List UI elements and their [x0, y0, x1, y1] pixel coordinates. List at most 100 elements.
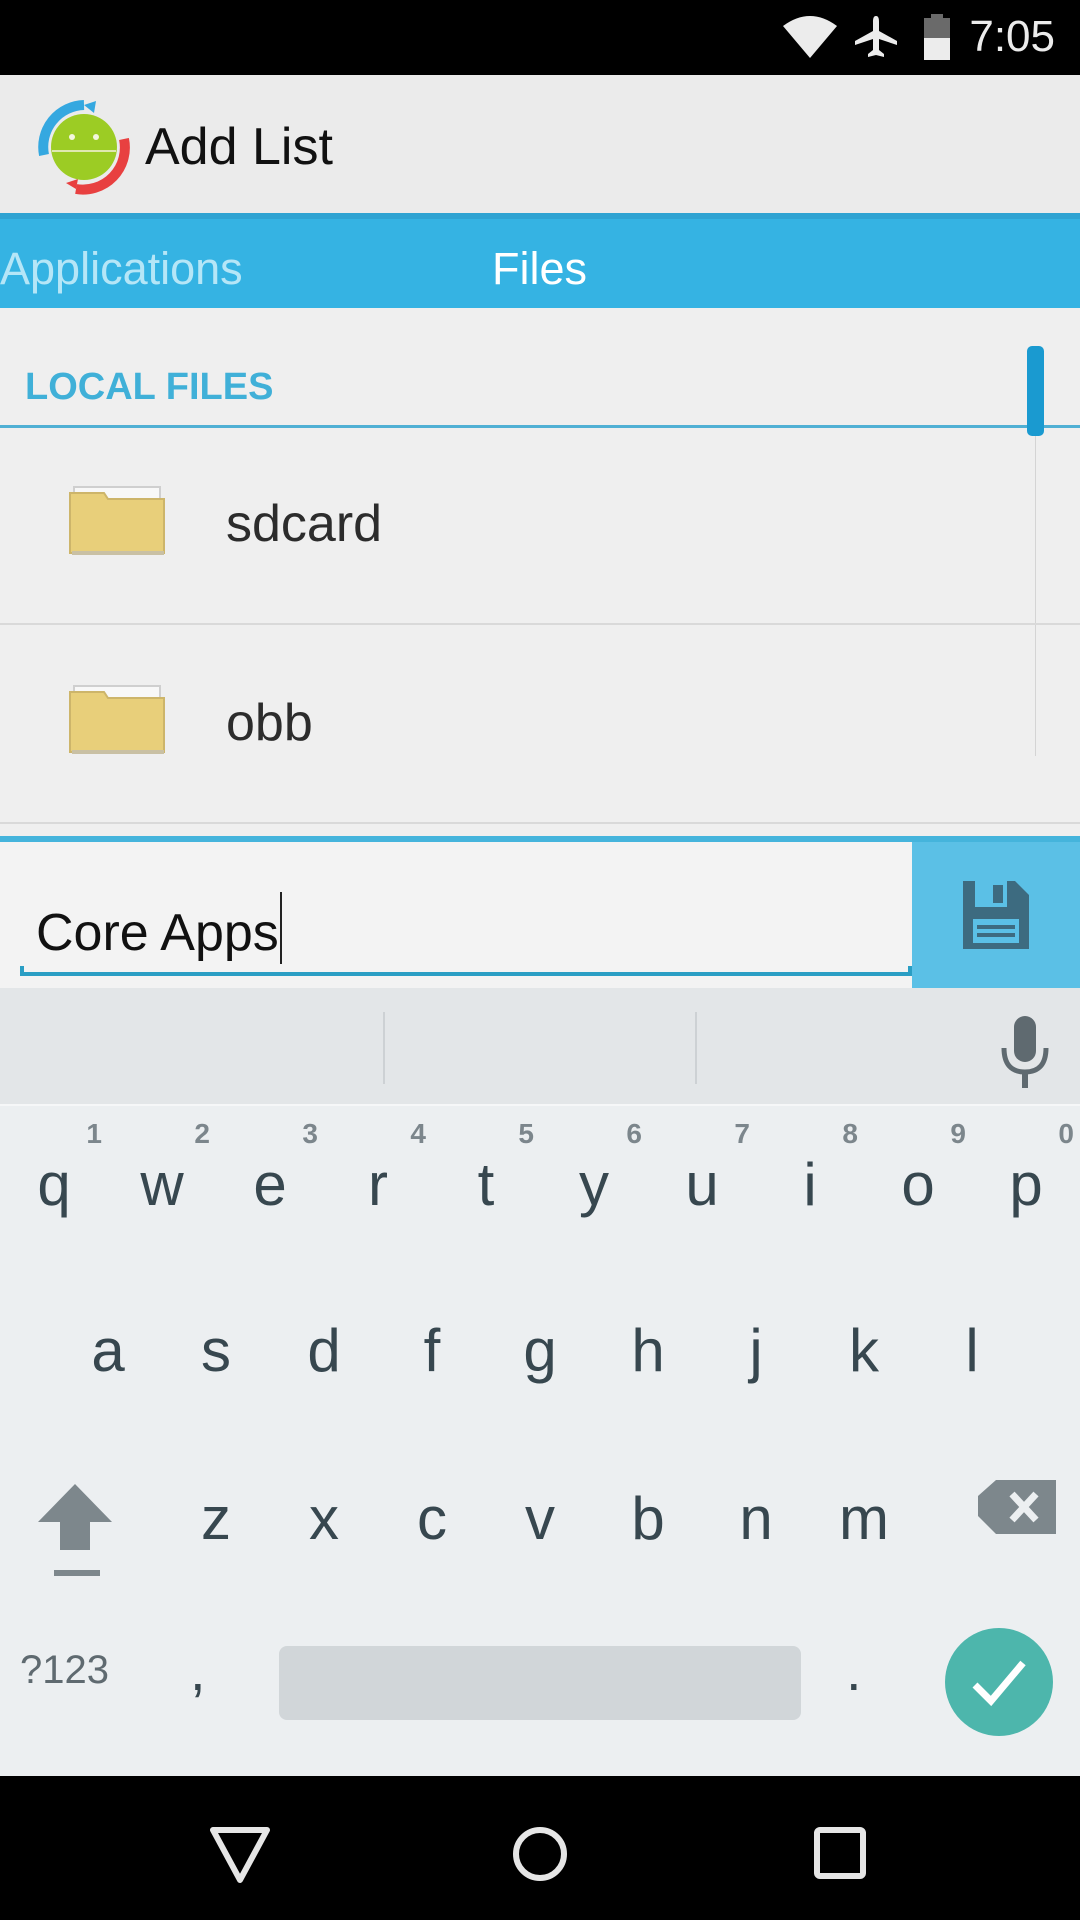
status-bar: 7:05	[0, 0, 1080, 75]
folder-icon	[69, 685, 165, 754]
key-letter: x	[309, 1485, 339, 1552]
key-letter: s	[201, 1317, 231, 1384]
key-letter: v	[525, 1485, 555, 1552]
list-name-input[interactable]: Core Apps	[10, 842, 912, 978]
key-hint: 0	[1058, 1118, 1074, 1149]
key-q[interactable]: 1q	[0, 1108, 108, 1258]
key-letter: q	[37, 1151, 71, 1218]
key-hint: 6	[626, 1118, 642, 1149]
key-e[interactable]: 3e	[216, 1108, 324, 1258]
microphone-icon[interactable]	[990, 1012, 1060, 1092]
symbols-key[interactable]: ?123	[20, 1648, 140, 1708]
key-letter: h	[631, 1317, 665, 1384]
key-letter: o	[901, 1151, 935, 1218]
key-o[interactable]: 9o	[864, 1108, 972, 1258]
key-g[interactable]: g	[486, 1280, 594, 1430]
home-icon[interactable]	[505, 1816, 575, 1886]
airplane-mode-icon	[855, 16, 897, 57]
section-header: LOCAL FILES	[25, 366, 274, 408]
key-letter: p	[1009, 1151, 1043, 1218]
key-y[interactable]: 6y	[540, 1108, 648, 1258]
key-letter: b	[631, 1485, 665, 1552]
tab-applications[interactable]: Applications	[0, 243, 243, 295]
key-r[interactable]: 4r	[324, 1108, 432, 1258]
key-letter: r	[368, 1151, 388, 1218]
key-hint: 9	[950, 1118, 966, 1149]
key-letter: w	[140, 1151, 184, 1218]
key-z[interactable]: z	[162, 1454, 270, 1604]
text-cursor	[279, 892, 282, 964]
key-f[interactable]: f	[378, 1280, 486, 1430]
key-letter: y	[579, 1151, 609, 1218]
key-hint: 4	[410, 1118, 426, 1149]
input-underline	[20, 966, 912, 976]
key-b[interactable]: b	[594, 1454, 702, 1604]
key-hint: 5	[518, 1118, 534, 1149]
app-logo-icon	[38, 100, 130, 195]
period-key[interactable]: .	[846, 1638, 886, 1708]
list-item[interactable]: sdcard	[0, 428, 1080, 625]
key-m[interactable]: m	[810, 1454, 918, 1604]
suggestion-strip	[0, 988, 1080, 1106]
key-a[interactable]: a	[54, 1280, 162, 1430]
key-x[interactable]: x	[270, 1454, 378, 1604]
key-letter: a	[91, 1317, 125, 1384]
key-hint: 3	[302, 1118, 318, 1149]
back-icon[interactable]	[205, 1816, 275, 1886]
navigation-bar	[0, 1776, 1080, 1920]
key-letter: g	[523, 1317, 557, 1384]
key-hint: 8	[842, 1118, 858, 1149]
list-item[interactable]: obb	[0, 627, 1080, 824]
key-letter: l	[965, 1317, 979, 1384]
battery-icon	[924, 14, 950, 60]
key-letter: d	[307, 1317, 341, 1384]
space-key[interactable]	[279, 1646, 801, 1720]
key-s[interactable]: s	[162, 1280, 270, 1430]
backspace-key[interactable]	[960, 1478, 1060, 1558]
key-l[interactable]: l	[918, 1280, 1026, 1430]
key-w[interactable]: 2w	[108, 1108, 216, 1258]
scrollbar-thumb[interactable]	[1027, 346, 1044, 436]
done-key[interactable]	[945, 1628, 1053, 1736]
key-letter: f	[423, 1317, 441, 1384]
key-j[interactable]: j	[702, 1280, 810, 1430]
file-name: sdcard	[226, 495, 383, 553]
list-name-bar: Core Apps	[0, 836, 1080, 988]
checkmark-icon	[972, 1660, 1026, 1707]
key-letter: n	[739, 1485, 773, 1552]
page-title: Add List	[145, 118, 333, 176]
key-hint: 1	[86, 1118, 102, 1149]
key-n[interactable]: n	[702, 1454, 810, 1604]
suggestion-1[interactable]	[0, 988, 383, 1106]
comma-key[interactable]: ,	[190, 1638, 240, 1708]
tab-files[interactable]: Files	[492, 243, 587, 295]
key-letter: u	[685, 1151, 719, 1218]
suggestion-2[interactable]	[385, 988, 695, 1106]
key-letter: i	[803, 1151, 817, 1218]
key-d[interactable]: d	[270, 1280, 378, 1430]
shift-key[interactable]	[20, 1478, 130, 1598]
key-u[interactable]: 7u	[648, 1108, 756, 1258]
wifi-icon	[783, 16, 837, 58]
keyboard: 1q2w3e4r5t6y7u8i9o0p asdfghjkl zxcvbnm ?…	[0, 988, 1080, 1776]
key-hint: 2	[194, 1118, 210, 1149]
action-bar: Add List	[0, 75, 1080, 215]
file-name: obb	[226, 694, 313, 752]
key-letter: m	[839, 1485, 889, 1552]
key-i[interactable]: 8i	[756, 1108, 864, 1258]
key-t[interactable]: 5t	[432, 1108, 540, 1258]
key-v[interactable]: v	[486, 1454, 594, 1604]
tab-bar: Applications Files	[0, 213, 1080, 308]
key-p[interactable]: 0p	[972, 1108, 1080, 1258]
key-hint: 7	[734, 1118, 750, 1149]
key-c[interactable]: c	[378, 1454, 486, 1604]
recents-icon[interactable]	[805, 1816, 875, 1886]
save-icon	[963, 881, 1029, 949]
suggestion-3[interactable]	[697, 988, 987, 1106]
key-letter: z	[201, 1485, 231, 1552]
key-k[interactable]: k	[810, 1280, 918, 1430]
status-time: 7:05	[969, 12, 1055, 61]
key-h[interactable]: h	[594, 1280, 702, 1430]
save-button[interactable]	[912, 842, 1080, 988]
key-letter: e	[253, 1151, 287, 1218]
